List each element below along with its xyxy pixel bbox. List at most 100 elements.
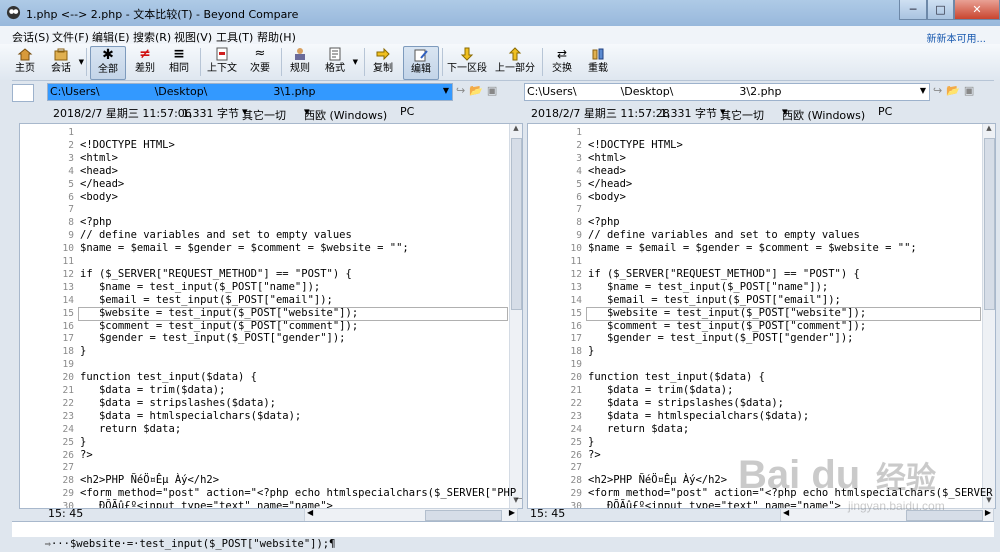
chevron-down-icon[interactable]: ▼ — [443, 86, 449, 95]
code-line[interactable]: 27 — [20, 461, 508, 474]
scroll-up-icon[interactable]: ▲ — [983, 124, 995, 136]
code-line[interactable]: 3 <html> — [20, 152, 508, 165]
code-line[interactable]: 10 $name = $email = $gender = $comment = … — [20, 242, 508, 255]
left-code-pane[interactable]: ▲ ▼ 1 2 <!DOCTYPE HTML> 3 <html> 4 <head> 5 </he… — [19, 123, 523, 509]
menu-search[interactable]: 搜索(R) — [133, 29, 171, 45]
code-line[interactable]: 23 $data = htmlspecialchars($data); — [528, 410, 981, 423]
minor-button[interactable]: ≈ 次要 — [245, 46, 275, 78]
code-line[interactable]: 25} — [528, 436, 981, 449]
code-line[interactable]: 17 $gender = test_input($_POST["gender"]… — [528, 332, 981, 345]
code-line[interactable]: 18} — [20, 345, 508, 358]
save-icon[interactable]: ▣ — [487, 84, 497, 97]
right-vertical-scrollbar[interactable]: ▲ ▼ — [982, 124, 995, 508]
code-line[interactable]: 20 function test_input($data) { — [528, 371, 981, 384]
save-icon[interactable]: ▣ — [964, 84, 974, 97]
right-lineend[interactable]: PC — [878, 105, 892, 118]
edit-button[interactable]: 编辑 — [403, 46, 439, 80]
format-button[interactable]: 格式 ▼ — [320, 46, 358, 78]
code-line[interactable]: 23 $data = htmlspecialchars($data); — [20, 410, 508, 423]
code-line[interactable]: 20 function test_input($data) { — [20, 371, 508, 384]
right-horizontal-scrollbar[interactable]: ◀ ▶ — [780, 508, 994, 522]
code-line[interactable]: 14 $email = test_input($_POST["email"]); — [20, 294, 508, 307]
code-line[interactable]: 29 <form method="post" action="<?php echo… — [20, 487, 522, 500]
code-line[interactable]: 26 ?> — [20, 449, 508, 462]
left-encoding-select[interactable]: 西欧 (Windows) ▾ — [304, 105, 387, 122]
right-code-pane[interactable]: ▲ ▼ 1 2 <!DOCTYPE HTML> 3 <html> 4 <head> 5 </he… — [527, 123, 996, 509]
code-line[interactable]: 22 $data = stripslashes($data); — [20, 397, 508, 410]
menu-edit[interactable]: 编辑(E) — [92, 29, 130, 45]
session-button[interactable]: 会话 ▼ — [46, 46, 84, 78]
left-lineend[interactable]: PC — [400, 105, 414, 118]
code-line[interactable]: 8 <?php — [20, 216, 508, 229]
history-icon[interactable]: ↪ — [933, 84, 942, 97]
code-line[interactable]: 25} — [20, 436, 508, 449]
code-line[interactable]: 15 $website = test_input($_POST["website… — [20, 307, 508, 320]
code-line[interactable]: 3 <html> — [528, 152, 981, 165]
code-line[interactable]: 16 $comment = test_input($_POST["comment… — [528, 320, 981, 333]
code-line[interactable]: 9 // define variables and set to empty va… — [528, 229, 981, 242]
reload-button[interactable]: 重载 — [584, 46, 612, 78]
code-line[interactable]: 5 </head> — [528, 178, 981, 191]
menu-help[interactable]: 帮助(H) — [257, 29, 296, 45]
code-line[interactable]: 24 return $data; — [528, 423, 981, 436]
next-section-button[interactable]: 下一区段 — [447, 46, 487, 78]
code-line[interactable]: 4 <head> — [20, 165, 508, 178]
code-line[interactable]: 26 ?> — [528, 449, 981, 462]
code-line[interactable]: 1 — [20, 126, 508, 139]
code-line[interactable]: 6 <body> — [528, 191, 981, 204]
code-line[interactable]: 13 $name = test_input($_POST["name"]); — [20, 281, 508, 294]
prev-section-button[interactable]: 上一部分 — [495, 46, 535, 78]
code-line[interactable]: 19 — [20, 358, 508, 371]
right-encoding-select[interactable]: 西欧 (Windows) ▾ — [782, 105, 865, 122]
close-button[interactable]: ✕ — [954, 0, 1000, 20]
show-all-button[interactable]: ✱ 全部 — [90, 46, 126, 80]
code-line[interactable]: 11 — [20, 255, 508, 268]
code-line[interactable]: 15 $website = test_input($_POST["website… — [528, 307, 981, 320]
code-line[interactable]: 27 — [528, 461, 981, 474]
scroll-thumb[interactable] — [425, 510, 502, 521]
code-line[interactable]: 6 <body> — [20, 191, 508, 204]
code-line[interactable]: 21 $data = trim($data); — [528, 384, 981, 397]
folder-icon[interactable]: 📂 — [469, 84, 483, 97]
code-line[interactable]: 7 — [20, 203, 508, 216]
right-filter-select[interactable]: 其它一切 ▾ — [720, 105, 764, 122]
menu-tools[interactable]: 工具(T) — [216, 29, 253, 45]
code-line[interactable]: 14 $email = test_input($_POST["email"]); — [528, 294, 981, 307]
code-line[interactable]: 21 $data = trim($data); — [20, 384, 508, 397]
scroll-right-icon[interactable]: ▶ — [509, 508, 515, 517]
code-line[interactable]: 17 $gender = test_input($_POST["gender"]… — [20, 332, 508, 345]
code-line[interactable]: 18} — [528, 345, 981, 358]
left-vertical-scrollbar[interactable]: ▲ ▼ — [509, 124, 522, 508]
left-horizontal-scrollbar[interactable]: ◀ ▶ — [304, 508, 518, 522]
code-line[interactable]: 28 <h2>PHP ÑéÖ¤Êµ Àý</h2> — [20, 474, 508, 487]
code-line[interactable]: 12 if ($_SERVER["REQUEST_METHOD"] == "POS… — [528, 268, 981, 281]
show-same-button[interactable]: ≡ 相同 — [164, 46, 194, 78]
code-line[interactable]: 22 $data = stripslashes($data); — [528, 397, 981, 410]
code-line[interactable]: 16 $comment = test_input($_POST["comment… — [20, 320, 508, 333]
scroll-left-icon[interactable]: ◀ — [783, 508, 789, 517]
format-dropdown-icon[interactable]: ▼ — [353, 58, 358, 66]
code-line[interactable]: 7 — [528, 203, 981, 216]
code-line[interactable]: 11 — [528, 255, 981, 268]
code-line[interactable]: 19 — [528, 358, 981, 371]
code-line[interactable]: 12 if ($_SERVER["REQUEST_METHOD"] == "POS… — [20, 268, 508, 281]
rules-button[interactable]: 规则 — [285, 46, 315, 78]
code-line[interactable]: 13 $name = test_input($_POST["name"]); — [528, 281, 981, 294]
scroll-thumb[interactable] — [906, 510, 983, 521]
code-line[interactable]: 4 <head> — [528, 165, 981, 178]
left-filter-select[interactable]: 其它一切 ▾ — [242, 105, 286, 122]
copy-button[interactable]: 复制 — [368, 46, 398, 78]
maximize-button[interactable]: □ — [927, 0, 954, 20]
scroll-left-icon[interactable]: ◀ — [307, 508, 313, 517]
scroll-thumb[interactable] — [984, 138, 995, 310]
code-line[interactable]: 2 <!DOCTYPE HTML> — [20, 139, 508, 152]
history-icon[interactable]: ↪ — [456, 84, 465, 97]
session-dropdown-icon[interactable]: ▼ — [79, 58, 84, 66]
code-line[interactable]: 8 <?php — [528, 216, 981, 229]
home-button[interactable]: 主页 — [10, 46, 40, 78]
code-line[interactable]: 2 <!DOCTYPE HTML> — [528, 139, 981, 152]
chevron-down-icon[interactable]: ▼ — [920, 86, 926, 95]
code-line[interactable]: 10 $name = $email = $gender = $comment = … — [528, 242, 981, 255]
minimize-button[interactable]: ─ — [899, 0, 927, 20]
code-line[interactable]: 29 <form method="post" action="<?php echo… — [528, 487, 995, 500]
